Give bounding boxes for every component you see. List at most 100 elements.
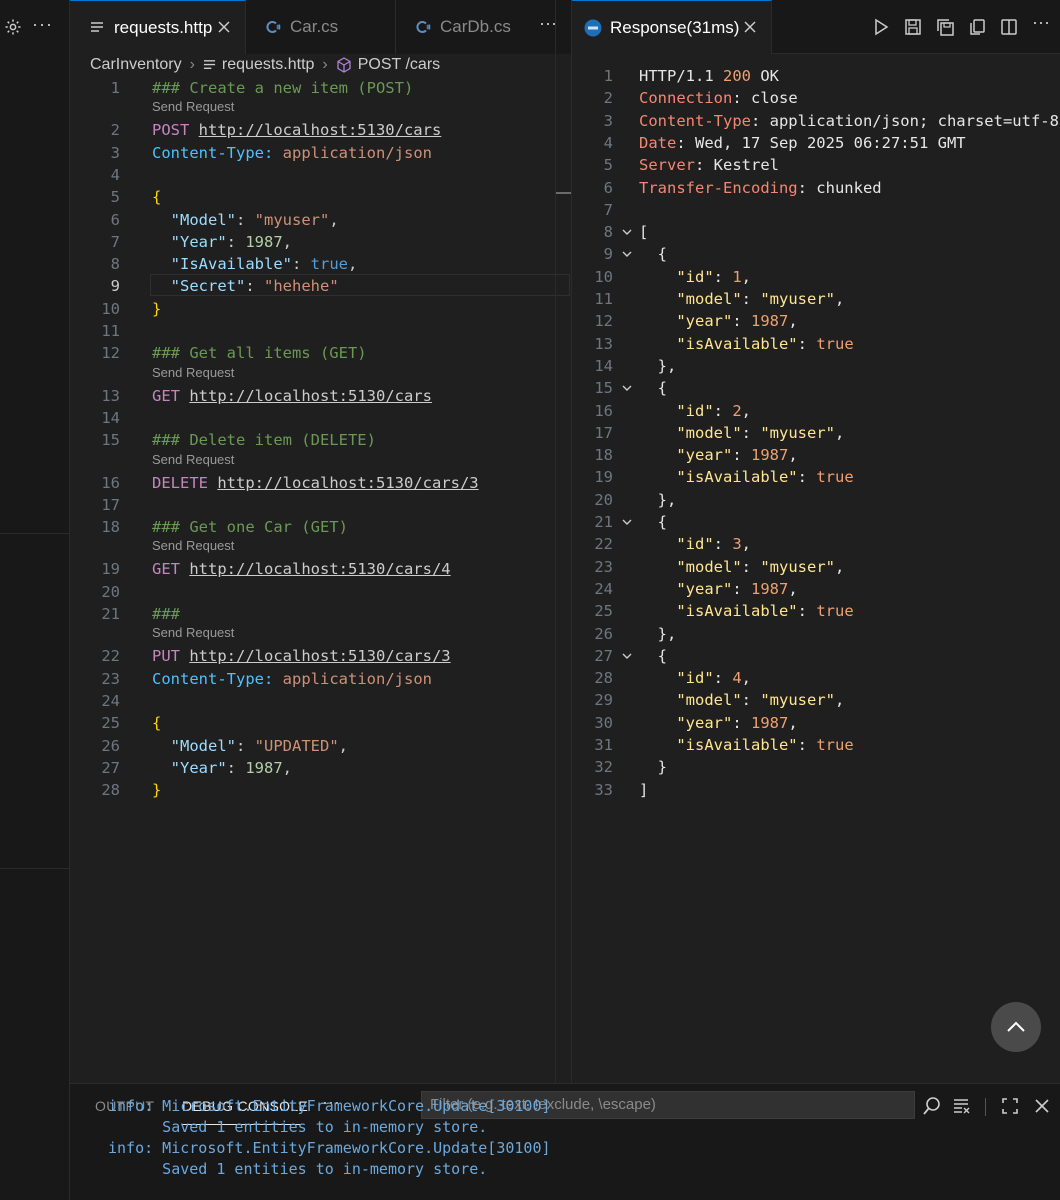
code-line[interactable]: "Year": 1987, (152, 231, 292, 253)
code-line[interactable]: { (152, 186, 161, 208)
code-line[interactable]: Content-Type: application/json (152, 142, 432, 164)
line-number: 31 (594, 736, 613, 754)
line-number: 18 (594, 446, 613, 465)
code-line[interactable]: ### Delete item (DELETE) (152, 429, 376, 451)
response-tab-bar: Response(31ms) ··· (572, 0, 1060, 54)
close-icon[interactable] (1032, 1096, 1052, 1116)
tab-car-cs[interactable]: Car.cs (246, 0, 396, 54)
send-request-codelens[interactable]: Send Request (152, 452, 234, 468)
editor-scrollbar-track[interactable] (555, 0, 556, 1083)
breadcrumb-symbol[interactable]: POST /cars (358, 56, 440, 74)
cube-icon (336, 57, 352, 73)
response-line: } (639, 758, 667, 777)
more-actions-icon[interactable]: ··· (32, 14, 53, 35)
response-line: "year": 1987, (676, 446, 798, 465)
line-number: 2 (603, 89, 613, 108)
line-number: 3 (603, 111, 613, 130)
tab-requests-http[interactable]: requests.http (70, 0, 246, 54)
bottom-panel: OUTPUT DEBUG CONSOLE ··· Filter (e.g. te… (70, 1083, 1060, 1200)
line-number: 8 (603, 223, 613, 242)
fold-chevron-icon[interactable] (621, 248, 633, 260)
line-number: 19 (101, 560, 120, 579)
response-line: { (639, 513, 667, 531)
copy-icon[interactable] (968, 18, 986, 36)
code-line[interactable]: "Secret": "hehehe" (152, 275, 339, 297)
more-actions-icon[interactable]: ··· (1032, 12, 1050, 33)
console-line: Saved 1 entities to in-memory store. (108, 1160, 488, 1178)
code-line[interactable]: GET http://localhost:5130/cars/4 (152, 558, 451, 580)
fold-chevron-icon[interactable] (621, 516, 633, 528)
response-line: { (639, 379, 667, 398)
line-number: 25 (594, 602, 613, 621)
line-number: 28 (101, 781, 120, 800)
divider (985, 1098, 986, 1116)
split-editor-icon[interactable] (1000, 18, 1018, 36)
send-request-codelens[interactable]: Send Request (152, 99, 234, 115)
code-line[interactable]: "Model": "myuser", (152, 209, 339, 231)
code-line[interactable]: { (152, 712, 161, 734)
response-line: "year": 1987, (676, 713, 798, 732)
breadcrumb-file[interactable]: requests.http (222, 56, 315, 74)
line-number: 16 (101, 473, 120, 492)
code-line[interactable]: "Year": 1987, (152, 757, 292, 779)
code-line[interactable]: PUT http://localhost:5130/cars/3 (152, 645, 451, 667)
fold-chevron-icon[interactable] (621, 650, 633, 662)
code-line[interactable]: } (152, 779, 161, 801)
code-line[interactable]: "IsAvailable": true, (152, 253, 358, 275)
line-number: 12 (594, 312, 613, 331)
tab-cardb-cs[interactable]: CarDb.cs ··· (396, 0, 571, 54)
line-number: 10 (101, 299, 120, 318)
maximize-panel-icon[interactable] (1000, 1096, 1020, 1116)
gear-icon[interactable] (4, 18, 22, 36)
save-icon[interactable] (904, 18, 922, 36)
chevron-right-icon: › (322, 56, 328, 73)
line-number: 7 (603, 200, 613, 219)
line-number: 20 (101, 582, 120, 601)
line-number: 26 (101, 736, 120, 755)
send-request-codelens[interactable]: Send Request (152, 365, 234, 381)
scroll-to-top-button[interactable] (991, 1002, 1041, 1052)
code-line[interactable]: GET http://localhost:5130/cars (152, 385, 432, 407)
line-number: 24 (101, 691, 120, 710)
line-number: 15 (101, 431, 120, 450)
send-request-codelens[interactable]: Send Request (152, 538, 234, 554)
fold-chevron-icon[interactable] (621, 382, 633, 394)
run-icon[interactable] (872, 18, 890, 36)
line-number: 16 (594, 401, 613, 420)
clear-console-icon[interactable] (952, 1096, 972, 1116)
code-line[interactable]: ### Create a new item (POST) (152, 77, 413, 99)
line-number: 4 (603, 133, 613, 152)
tab-label: Response(31ms) (610, 17, 740, 37)
response-line: "model": "myuser", (676, 423, 845, 442)
line-number: 29 (594, 691, 613, 710)
response-line: HTTP/1.1 200 OK (639, 67, 780, 85)
line-number: 2 (110, 121, 120, 140)
tab-label: Car.cs (290, 17, 339, 36)
close-icon[interactable] (215, 18, 233, 36)
code-line[interactable]: ### Get one Car (GET) (152, 516, 348, 538)
fold-chevron-icon[interactable] (621, 226, 633, 238)
line-number: 25 (101, 714, 120, 733)
code-line[interactable]: Content-Type: application/json (152, 668, 432, 690)
close-icon[interactable] (741, 18, 759, 36)
response-line: "model": "myuser", (676, 557, 845, 576)
code-line[interactable]: POST http://localhost:5130/cars (152, 119, 441, 141)
code-line[interactable]: DELETE http://localhost:5130/cars/3 (152, 472, 479, 494)
save-body-icon[interactable] (936, 18, 954, 36)
search-icon[interactable] (922, 1096, 942, 1116)
breadcrumb-folder[interactable]: CarInventory (90, 56, 182, 74)
tab-response[interactable]: Response(31ms) (572, 0, 772, 54)
code-line[interactable]: } (152, 298, 161, 320)
response-line: Date: Wed, 17 Sep 2025 06:27:51 GMT (639, 133, 966, 152)
line-number: 21 (101, 605, 120, 623)
code-line[interactable]: "Model": "UPDATED", (152, 735, 348, 757)
response-line: "id": 2, (676, 401, 752, 420)
code-line[interactable]: ### (152, 603, 180, 625)
line-number: 14 (101, 408, 120, 427)
response-line: "id": 3, (676, 535, 752, 554)
code-line[interactable]: ### Get all items (GET) (152, 342, 367, 364)
send-request-codelens[interactable]: Send Request (152, 625, 234, 641)
divider (0, 868, 70, 869)
line-number: 17 (101, 495, 120, 514)
secondary-sidebar: ··· (0, 0, 70, 1200)
